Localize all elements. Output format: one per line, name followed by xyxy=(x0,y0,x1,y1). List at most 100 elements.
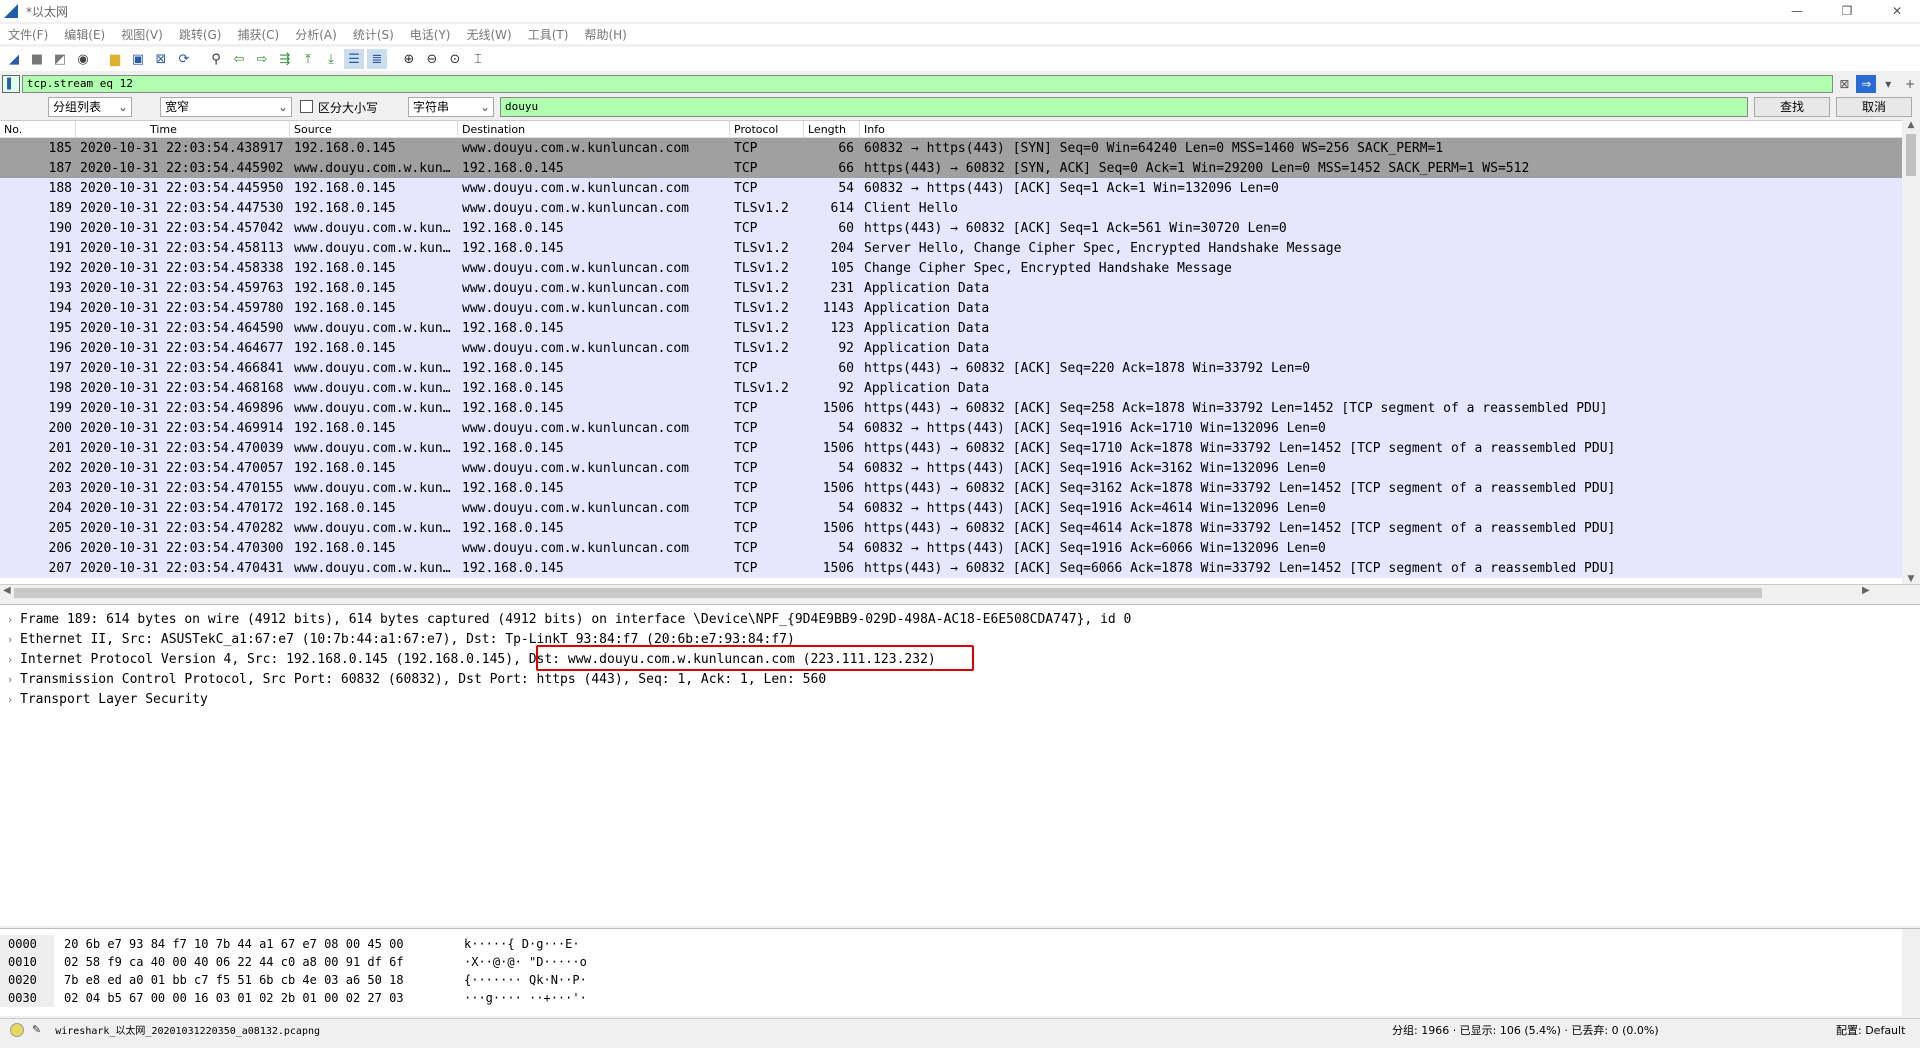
expand-icon[interactable]: › xyxy=(0,673,20,686)
expand-icon[interactable]: › xyxy=(0,613,20,626)
filter-dropdown-icon[interactable]: ▾ xyxy=(1878,75,1898,93)
cancel-button[interactable]: 取消 xyxy=(1836,97,1912,117)
last-packet-icon[interactable]: ⤓ xyxy=(321,49,341,69)
column-info[interactable]: Info xyxy=(860,121,1902,138)
search-scope-select[interactable]: 分组列表 ⌄ xyxy=(48,97,132,117)
go-to-packet-icon[interactable]: ⇶ xyxy=(275,49,295,69)
resize-columns-icon[interactable]: ⌶ xyxy=(468,49,488,69)
packet-row[interactable]: 198 2020-10-31 22:03:54.468168 www.douyu.c… xyxy=(0,378,1920,398)
column-destination[interactable]: Destination xyxy=(458,120,730,138)
zoom-in-icon[interactable]: ⊕ xyxy=(399,49,419,69)
menu-statistics[interactable]: 统计(S) xyxy=(345,26,402,43)
menu-capture[interactable]: 捕获(C) xyxy=(229,26,287,43)
menu-view[interactable]: 视图(V) xyxy=(113,26,171,43)
packet-row[interactable]: 185 2020-10-31 22:03:54.438917 192.168.0.1… xyxy=(0,138,1920,158)
packet-row[interactable]: 189 2020-10-31 22:03:54.447530 192.168.0.1… xyxy=(0,198,1920,218)
packet-row[interactable]: 201 2020-10-31 22:03:54.470039 www.douyu.c… xyxy=(0,438,1920,458)
search-type-select[interactable]: 字符串 ⌄ xyxy=(408,97,494,117)
expert-info-icon[interactable] xyxy=(10,1022,24,1037)
minimize-button[interactable]: — xyxy=(1774,0,1820,22)
go-forward-icon[interactable]: ⇨ xyxy=(252,49,272,69)
first-packet-icon[interactable]: ⤒ xyxy=(298,49,318,69)
restart-capture-icon[interactable]: ◩ xyxy=(50,49,70,69)
reload-file-icon[interactable]: ⟳ xyxy=(174,49,194,69)
packet-row[interactable]: 202 2020-10-31 22:03:54.470057 192.168.0.1… xyxy=(0,458,1920,478)
detail-row-tcp[interactable]: › Transmission Control Protocol, Src Port… xyxy=(0,669,1920,689)
add-filter-button-icon[interactable]: + xyxy=(1900,75,1920,93)
find-button[interactable]: 查找 xyxy=(1754,97,1830,117)
expand-icon[interactable]: › xyxy=(0,633,20,646)
packet-row[interactable]: 206 2020-10-31 22:03:54.470300 192.168.0.1… xyxy=(0,538,1920,558)
packet-row[interactable]: 205 2020-10-31 22:03:54.470282 www.douyu.c… xyxy=(0,518,1920,538)
packet-row[interactable]: 197 2020-10-31 22:03:54.466841 www.douyu.c… xyxy=(0,358,1920,378)
close-button[interactable]: ✕ xyxy=(1874,0,1920,22)
detail-row-tls[interactable]: › Transport Layer Security xyxy=(0,689,1920,709)
menu-tools[interactable]: 工具(T) xyxy=(520,26,577,43)
bytes-row[interactable]: 0030 02 04 b5 67 00 00 16 03 01 02 2b 01 … xyxy=(0,989,1920,1007)
colorize-icon[interactable]: ≣ xyxy=(367,49,387,69)
menu-go[interactable]: 跳转(G) xyxy=(171,26,230,43)
packet-row[interactable]: 191 2020-10-31 22:03:54.458113 www.douyu.c… xyxy=(0,238,1920,258)
scroll-right-icon[interactable]: ▶ xyxy=(1862,585,1870,596)
open-file-icon[interactable]: ▆ xyxy=(105,49,125,69)
scroll-thumb[interactable] xyxy=(1906,134,1916,176)
menu-edit[interactable]: 编辑(E) xyxy=(56,26,113,43)
packet-row[interactable]: 207 2020-10-31 22:03:54.470431 www.douyu.c… xyxy=(0,558,1920,578)
packet-row[interactable]: 188 2020-10-31 22:03:54.445950 192.168.0.1… xyxy=(0,178,1920,198)
packet-list-hscroll[interactable]: ◀ ▶ xyxy=(0,584,1920,600)
packet-row[interactable]: 204 2020-10-31 22:03:54.470172 192.168.0.1… xyxy=(0,498,1920,518)
restore-button[interactable]: ❐ xyxy=(1824,0,1870,22)
packet-row[interactable]: 196 2020-10-31 22:03:54.464677 192.168.0.1… xyxy=(0,338,1920,358)
menu-file[interactable]: 文件(F) xyxy=(0,26,56,43)
column-source[interactable]: Source xyxy=(290,120,458,138)
scroll-up-icon[interactable]: ▲ xyxy=(1902,120,1920,130)
case-sensitive-checkbox[interactable] xyxy=(300,100,313,113)
edit-comment-icon[interactable]: ✎ xyxy=(32,1023,41,1036)
bytes-row[interactable]: 0020 7b e8 ed a0 01 bb c7 f5 51 6b cb 4e … xyxy=(0,971,1920,989)
packet-row[interactable]: 192 2020-10-31 22:03:54.458338 192.168.0.1… xyxy=(0,258,1920,278)
packet-list-vscroll[interactable]: ▲ ▼ xyxy=(1902,120,1920,584)
stop-capture-icon[interactable]: ■ xyxy=(27,49,47,69)
column-time[interactable]: Time xyxy=(76,120,290,138)
apply-filter-icon[interactable]: ⇒ xyxy=(1856,75,1877,93)
find-input[interactable]: douyu xyxy=(500,97,1748,117)
display-filter-input[interactable]: tcp.stream eq 12 xyxy=(21,75,1833,93)
zoom-out-icon[interactable]: ⊖ xyxy=(422,49,442,69)
charset-select[interactable]: 宽窄 ⌄ xyxy=(160,97,292,117)
packet-row[interactable]: 203 2020-10-31 22:03:54.470155 www.douyu.c… xyxy=(0,478,1920,498)
profile-label[interactable]: 配置: Default xyxy=(1836,1022,1905,1038)
autoscroll-icon[interactable]: ☰ xyxy=(344,49,364,69)
save-file-icon[interactable]: ▣ xyxy=(128,49,148,69)
expand-icon[interactable]: › xyxy=(0,653,20,666)
bookmark-icon[interactable]: ▌ xyxy=(2,75,20,93)
scroll-left-icon[interactable]: ◀ xyxy=(3,585,11,596)
start-capture-icon[interactable]: ◢ xyxy=(4,49,24,69)
packet-row[interactable]: 187 2020-10-31 22:03:54.445902 www.douyu.c… xyxy=(0,158,1920,178)
scroll-down-icon[interactable]: ▼ xyxy=(1902,574,1920,584)
packet-row[interactable]: 190 2020-10-31 22:03:54.457042 www.douyu.c… xyxy=(0,218,1920,238)
packet-row[interactable]: 199 2020-10-31 22:03:54.469896 www.douyu.c… xyxy=(0,398,1920,418)
go-back-icon[interactable]: ⇦ xyxy=(229,49,249,69)
clear-filter-icon[interactable]: ⊠ xyxy=(1835,75,1855,93)
menu-help[interactable]: 帮助(H) xyxy=(576,26,634,43)
detail-row-frame[interactable]: › Frame 189: 614 bytes on wire (4912 bits… xyxy=(0,609,1920,629)
zoom-normal-icon[interactable]: ⊙ xyxy=(445,49,465,69)
menu-analyze[interactable]: 分析(A) xyxy=(287,26,345,43)
packet-row[interactable]: 193 2020-10-31 22:03:54.459763 192.168.0.1… xyxy=(0,278,1920,298)
packet-row[interactable]: 195 2020-10-31 22:03:54.464590 www.douyu.c… xyxy=(0,318,1920,338)
find-packet-icon[interactable]: ⚲ xyxy=(206,49,226,69)
column-length[interactable]: Length xyxy=(804,120,860,138)
bytes-row[interactable]: 0000 20 6b e7 93 84 f7 10 7b 44 a1 67 e7 … xyxy=(0,935,1920,953)
column-no[interactable]: No. xyxy=(0,120,76,138)
hscroll-thumb[interactable] xyxy=(14,588,1762,598)
column-protocol[interactable]: Protocol xyxy=(730,120,804,138)
menu-telephony[interactable]: 电话(Y) xyxy=(402,26,459,43)
menu-wireless[interactable]: 无线(W) xyxy=(459,26,520,43)
bytes-row[interactable]: 0010 02 58 f9 ca 40 00 40 06 22 44 c0 a8 … xyxy=(0,953,1920,971)
expand-icon[interactable]: › xyxy=(0,693,20,706)
capture-options-icon[interactable]: ◉ xyxy=(73,49,93,69)
packet-row[interactable]: 194 2020-10-31 22:03:54.459780 192.168.0.1… xyxy=(0,298,1920,318)
packet-row[interactable]: 200 2020-10-31 22:03:54.469914 192.168.0.1… xyxy=(0,418,1920,438)
close-file-icon[interactable]: ⊠ xyxy=(151,49,171,69)
bytes-vscroll[interactable] xyxy=(1902,929,1920,1017)
